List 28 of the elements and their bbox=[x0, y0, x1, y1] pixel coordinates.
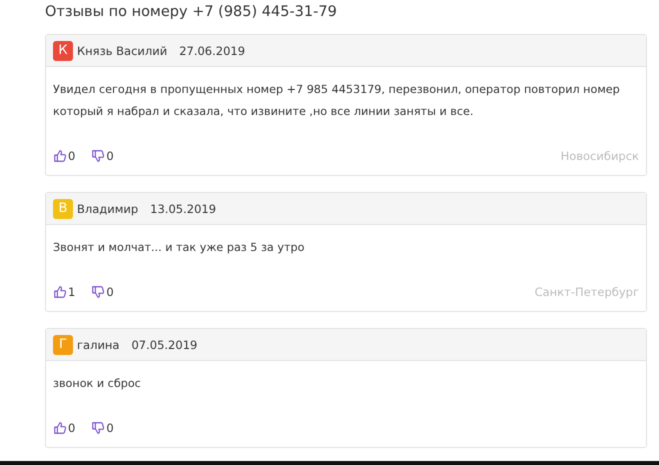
like-button[interactable]: 0 bbox=[53, 421, 76, 435]
scrollbar[interactable] bbox=[0, 461, 659, 465]
thumbs-down-icon bbox=[91, 285, 106, 299]
city: Новосибирск bbox=[560, 149, 639, 163]
author-name: галина bbox=[77, 338, 120, 352]
author-name: Владимир bbox=[77, 202, 138, 216]
thumbs-up-icon bbox=[53, 285, 67, 299]
dislike-button[interactable]: 0 bbox=[91, 149, 114, 163]
dislike-button[interactable]: 0 bbox=[91, 285, 114, 299]
thumbs-down-icon bbox=[91, 149, 106, 163]
thumbs-up-icon bbox=[53, 421, 67, 435]
avatar: Г bbox=[53, 334, 73, 354]
review-date: 13.05.2019 bbox=[150, 202, 216, 216]
avatar: К bbox=[53, 40, 73, 60]
review-date: 27.06.2019 bbox=[179, 44, 246, 58]
page-title: Отзывы по номеру +7 (985) 445-31-79 bbox=[45, 3, 337, 22]
review-text: Увидел сегодня в пропущенных номер +7 985 4453179, перезвонил, оператор повторил номер который я набрал и сказала, что извините ,но все линии заняты и все. bbox=[53, 82, 621, 120]
review-text: Звонят и молчат... и так уже раз 5 за утро bbox=[53, 240, 306, 256]
author-name: Князь Василий bbox=[77, 44, 168, 58]
city: Санкт-Петербург bbox=[534, 285, 639, 299]
thumbs-up-icon bbox=[53, 149, 67, 163]
review-text: звонок и сброс bbox=[53, 376, 142, 392]
like-button[interactable]: 1 bbox=[53, 285, 76, 299]
review-date: 07.05.2019 bbox=[131, 338, 198, 352]
thumbs-down-icon bbox=[91, 421, 106, 435]
like-button[interactable]: 0 bbox=[53, 149, 76, 163]
dislike-button[interactable]: 0 bbox=[91, 421, 114, 435]
avatar: В bbox=[53, 198, 73, 218]
